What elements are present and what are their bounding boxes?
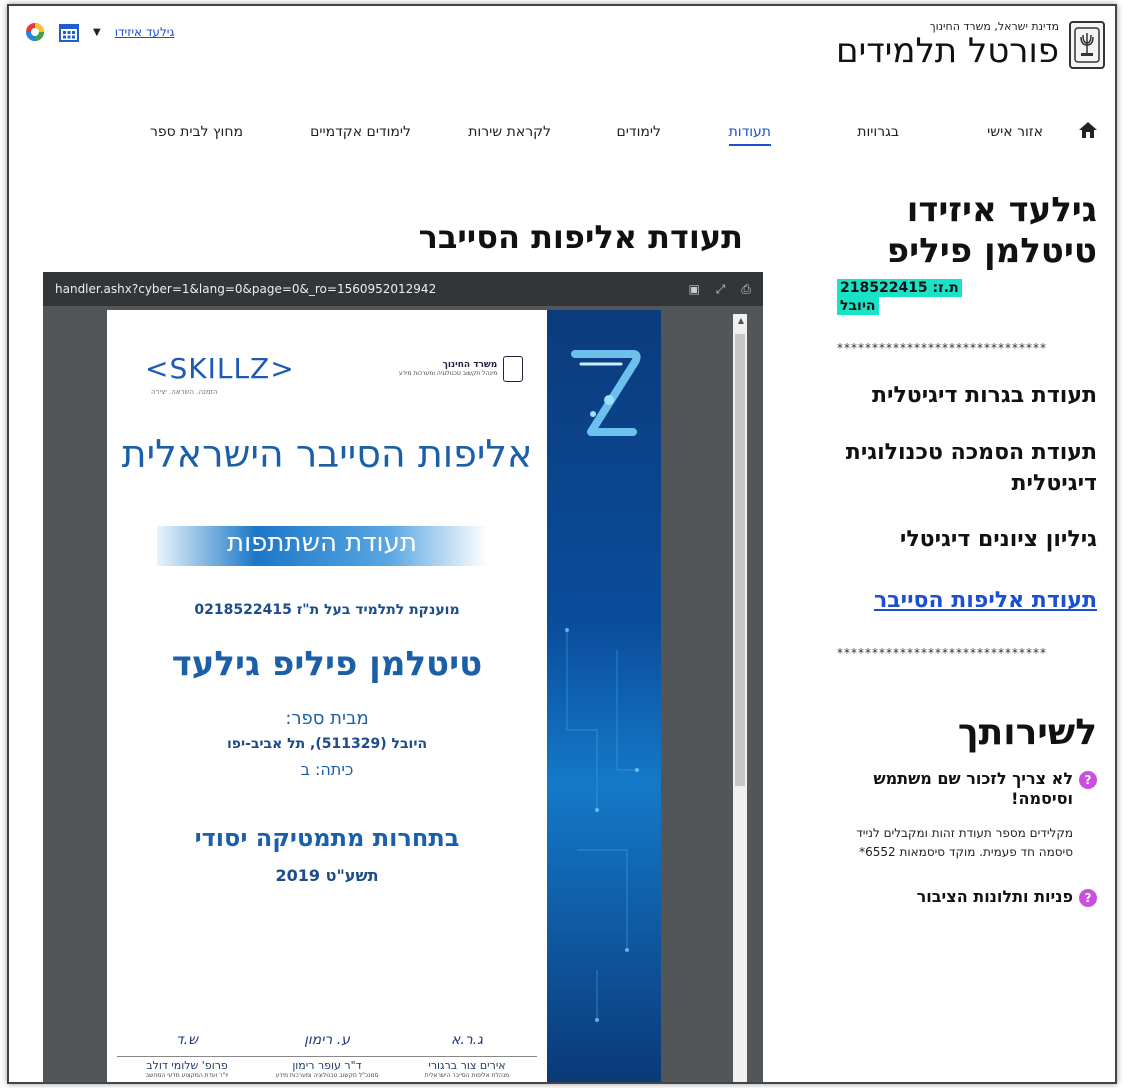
- certificate-awarded-to: מוענקת לתלמיד בעל ת"ז 0218522415: [194, 602, 460, 618]
- moe-text: משרד החינוך מינהל תקשוב טכנולוגיה ומערכו…: [399, 360, 498, 377]
- nav-item-bagrut[interactable]: בגרויות: [857, 124, 899, 144]
- print-icon[interactable]: ▣: [688, 282, 699, 297]
- user-menu-link[interactable]: גילעד איזידו: [115, 25, 175, 39]
- moe-logo: משרד החינוך מינהל תקשוב טכנולוגיה ומערכו…: [399, 356, 524, 382]
- faq-item[interactable]: ? לא צריך לזכור שם משתמש וסיסמה!: [837, 769, 1097, 811]
- viewer-scrollbar[interactable]: ▲: [733, 314, 747, 1082]
- faq-item[interactable]: ? פניות ותלונות הציבור: [837, 887, 1097, 908]
- color-wheel-icon[interactable]: [25, 22, 45, 42]
- skillz-logo: <SKILLZ>: [145, 352, 295, 385]
- signature-scribble: ש.ד: [175, 1032, 198, 1048]
- signature-role: מנהלת אליפות הסייבר הישראלית: [424, 1072, 510, 1079]
- circuit-pattern-icon: [565, 628, 639, 1022]
- signature: ש.ד פרופ' שלומי דולב יו"ר ועדת המקצוע מד…: [117, 1032, 257, 1079]
- viewer-tools: ▣ ⤢ ⎙: [688, 282, 751, 297]
- certificate-page: <SKILLZ> הזמנה. השראה. יצירה משרד החינוך…: [107, 310, 661, 1082]
- certificate-from-school: מבית ספר:: [285, 708, 369, 729]
- faq-question[interactable]: פניות ותלונות הציבור: [917, 887, 1073, 908]
- user-toolbar: ▼ גילעד איזידו: [25, 22, 174, 42]
- sidebar-link-tech-certificate[interactable]: תעודת הסמכה טכנולוגית דיגיטלית: [837, 438, 1097, 500]
- divider: ******************************: [837, 645, 1047, 660]
- certificate-student-name: טיטלמן פיליפ גילעד: [171, 644, 483, 684]
- signature-scribble: ע. רימון: [304, 1032, 350, 1048]
- certificate-title: אליפות הסייבר הישראלית: [121, 432, 533, 476]
- signature-name: פרופ' שלומי דולב: [117, 1056, 257, 1072]
- faq-question[interactable]: לא צריך לזכור שם משתמש וסיסמה!: [837, 769, 1073, 811]
- student-name: גילעד איזידו טיטלמן פיליפ: [886, 190, 1097, 272]
- portal-logo[interactable]: מדינת ישראל, משרד החינוך פורטל תלמידים: [836, 20, 1105, 70]
- sidebar-link-cyber-certificate[interactable]: תעודת אליפות הסייבר: [837, 582, 1097, 619]
- student-id-block: ת.ז: 218522415 היובל: [837, 278, 1097, 315]
- signature-scribble: ג.ר.א: [451, 1032, 483, 1048]
- moe-sub: מינהל תקשוב טכנולוגיה ומערכות מידע: [399, 369, 498, 377]
- question-icon: ?: [1079, 889, 1097, 908]
- fullscreen-icon[interactable]: ⤢: [716, 282, 726, 297]
- z-logo-icon: [571, 350, 641, 436]
- logo-text: מדינת ישראל, משרד החינוך פורטל תלמידים: [836, 20, 1059, 70]
- signature-name: אירים צור ברגורי: [397, 1056, 537, 1072]
- certificate-school: היובל (511329), תל אביב-יפו: [226, 736, 428, 752]
- download-icon[interactable]: ⎙: [741, 282, 751, 297]
- skillz-tagline: הזמנה. השראה. יצירה: [151, 388, 218, 396]
- sidebar: גילעד איזידו טיטלמן פיליפ ת.ז: 218522415…: [837, 190, 1097, 908]
- certificate-year: תשע"ט 2019: [275, 866, 379, 885]
- portal-title: פורטל תלמידים: [836, 31, 1059, 71]
- pdf-viewer: handler.ashx?cyber=1&lang=0&page=0&_ro=1…: [43, 272, 763, 1082]
- chevron-down-icon[interactable]: ▼: [93, 27, 101, 38]
- page-title: תעודת אליפות הסייבר: [418, 218, 743, 256]
- sidebar-link-grades-sheet[interactable]: גיליון ציונים דיגיטלי: [837, 525, 1097, 556]
- certificate-side-band: [547, 310, 661, 1082]
- signature-role: יו"ר ועדת המקצוע מדעי המחשב: [145, 1072, 229, 1079]
- certificate-competition: בתחרות מתמטיקה יסודי: [194, 824, 460, 852]
- state-emblem-icon: [503, 356, 524, 382]
- viewer-toolbar: handler.ashx?cyber=1&lang=0&page=0&_ro=1…: [43, 272, 763, 306]
- scrollbar-thumb[interactable]: [735, 334, 745, 786]
- state-emblem-icon: [1069, 21, 1105, 70]
- nav-item-personal[interactable]: אזור אישי: [987, 124, 1043, 144]
- question-icon: ?: [1079, 770, 1097, 789]
- nav-item-service[interactable]: לקראת שירות: [468, 124, 551, 144]
- service-title: לשירותך: [957, 711, 1097, 753]
- faq-answer: מקלידים מספר תעודת זהות ומקבלים לנייד סי…: [856, 826, 1073, 859]
- browser-page: ▼ גילעד איזידו מדינת ישראל, משרד החינוך …: [7, 4, 1117, 1084]
- certificate-class: כיתה: ב: [300, 760, 354, 779]
- signature-name: ד"ר עופר רימון: [257, 1056, 397, 1072]
- scroll-up-icon[interactable]: ▲: [738, 316, 744, 325]
- home-icon[interactable]: [1077, 120, 1099, 146]
- viewer-url: handler.ashx?cyber=1&lang=0&page=0&_ro=1…: [55, 282, 437, 296]
- sidebar-link-digital-bagrut[interactable]: תעודת בגרות דיגיטלית: [837, 381, 1097, 412]
- student-school: היובל: [837, 296, 879, 315]
- nav-item-studies[interactable]: לימודים: [617, 124, 661, 144]
- signature: ע. רימון ד"ר עופר רימון סמנכ"ל תקשוב טכנ…: [257, 1032, 397, 1079]
- divider: ******************************: [837, 340, 1047, 355]
- nav-item-academic[interactable]: לימודים אקדמיים: [310, 124, 411, 144]
- certificate-ribbon-text: תעודת השתתפות: [227, 528, 417, 558]
- nav-item-certificates[interactable]: תעודות: [728, 124, 771, 146]
- nav-item-outside-school[interactable]: מחוץ לבית ספר: [150, 124, 243, 144]
- signature-role: סמנכ"ל תקשוב טכנולוגיה ומערכות מידע: [275, 1072, 379, 1079]
- calendar-icon[interactable]: [59, 22, 79, 42]
- signature: ג.ר.א אירים צור ברגורי מנהלת אליפות הסיי…: [397, 1032, 537, 1079]
- student-id: ת.ז: 218522415: [837, 278, 962, 297]
